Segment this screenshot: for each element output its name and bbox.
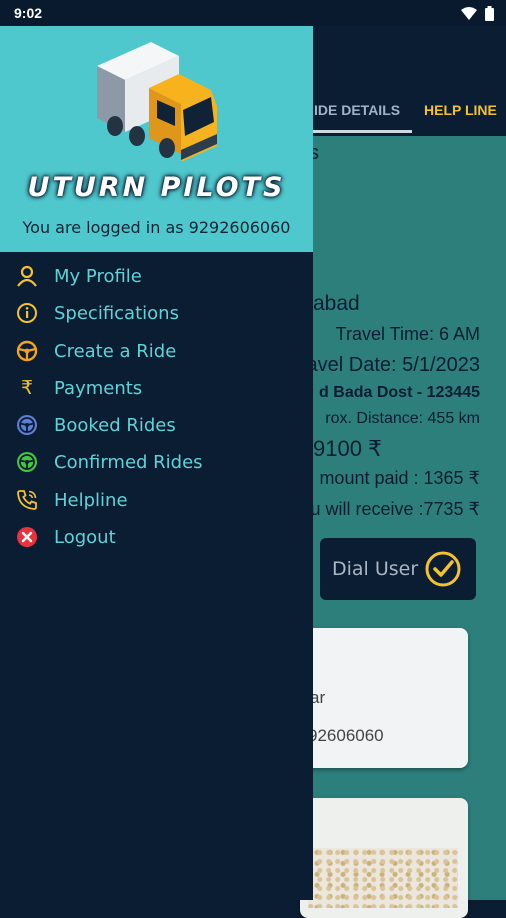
info-icon xyxy=(16,302,38,324)
city-text: abad xyxy=(313,292,360,315)
price: 9100 ₹ xyxy=(313,436,383,461)
tab-indicator xyxy=(312,130,412,133)
menu-item-logout[interactable]: Logout xyxy=(0,523,313,560)
menu-label: Helpline xyxy=(54,489,128,511)
steering-wheel-icon xyxy=(16,414,38,436)
battery-icon xyxy=(485,6,494,21)
person-icon xyxy=(16,265,38,287)
logged-in-text: You are logged in as 9292606060 xyxy=(22,218,291,237)
menu-item-my-profile[interactable]: My Profile xyxy=(0,262,313,299)
menu-item-booked-rides[interactable]: Booked Rides xyxy=(0,411,313,448)
app-brand-title: UTURN PILOTS xyxy=(27,172,286,203)
menu-label: Payments xyxy=(54,377,143,399)
close-circle-icon xyxy=(16,526,38,548)
tab-help-line[interactable]: HELP LINE xyxy=(424,102,497,118)
menu-item-create-ride[interactable]: Create a Ride xyxy=(0,337,313,374)
status-icons xyxy=(461,6,494,21)
menu-item-confirmed-rides[interactable]: Confirmed Rides xyxy=(0,448,313,485)
travel-time: Travel Time: 6 AM xyxy=(335,324,480,344)
menu-label: My Profile xyxy=(54,266,142,287)
rupee-icon: ₹ xyxy=(20,376,34,399)
ride-card[interactable]: ar 92606060 xyxy=(300,628,468,768)
card-line-2: 92606060 xyxy=(308,726,384,745)
user-line: d Bada Dost - 123445 xyxy=(319,384,480,401)
menu-label: Logout xyxy=(54,527,116,549)
menu-label: Booked Rides xyxy=(54,415,176,437)
menu-label: Confirmed Rides xyxy=(54,452,203,474)
distance: rox. Distance: 455 km xyxy=(325,410,480,427)
phone-call-icon xyxy=(16,489,38,511)
ride-card-2[interactable] xyxy=(300,798,468,918)
steering-wheel-icon xyxy=(16,451,38,473)
dial-user-button[interactable]: Dial User xyxy=(320,538,476,600)
status-bar: 9:02 xyxy=(0,0,506,26)
dial-user-label: Dial User xyxy=(332,558,419,580)
drawer-menu: My Profile Specifications Create a Ride … xyxy=(0,262,313,560)
menu-item-specifications[interactable]: Specifications xyxy=(0,299,313,336)
steering-wheel-icon xyxy=(16,340,38,362)
check-circle-icon xyxy=(425,551,461,587)
drawer-header: UTURN PILOTS You are logged in as 929260… xyxy=(0,26,313,252)
status-time: 9:02 xyxy=(14,5,43,21)
menu-item-payments[interactable]: ₹ Payments xyxy=(0,374,313,411)
amount-paid: mount paid : 1365 ₹ xyxy=(319,468,480,488)
navigation-drawer: UTURN PILOTS You are logged in as 929260… xyxy=(0,26,313,900)
map-image xyxy=(308,848,458,908)
travel-date: avel Date: 5/1/2023 xyxy=(306,354,480,376)
menu-label: Create a Ride xyxy=(54,340,177,362)
menu-label: Specifications xyxy=(54,303,179,325)
tab-ride-details[interactable]: IDE DETAILS xyxy=(314,102,400,118)
truck-logo-icon xyxy=(97,42,217,161)
will-receive: u will receive :7735 ₹ xyxy=(310,499,480,519)
menu-item-helpline[interactable]: Helpline xyxy=(0,486,313,523)
wifi-icon xyxy=(461,7,477,20)
